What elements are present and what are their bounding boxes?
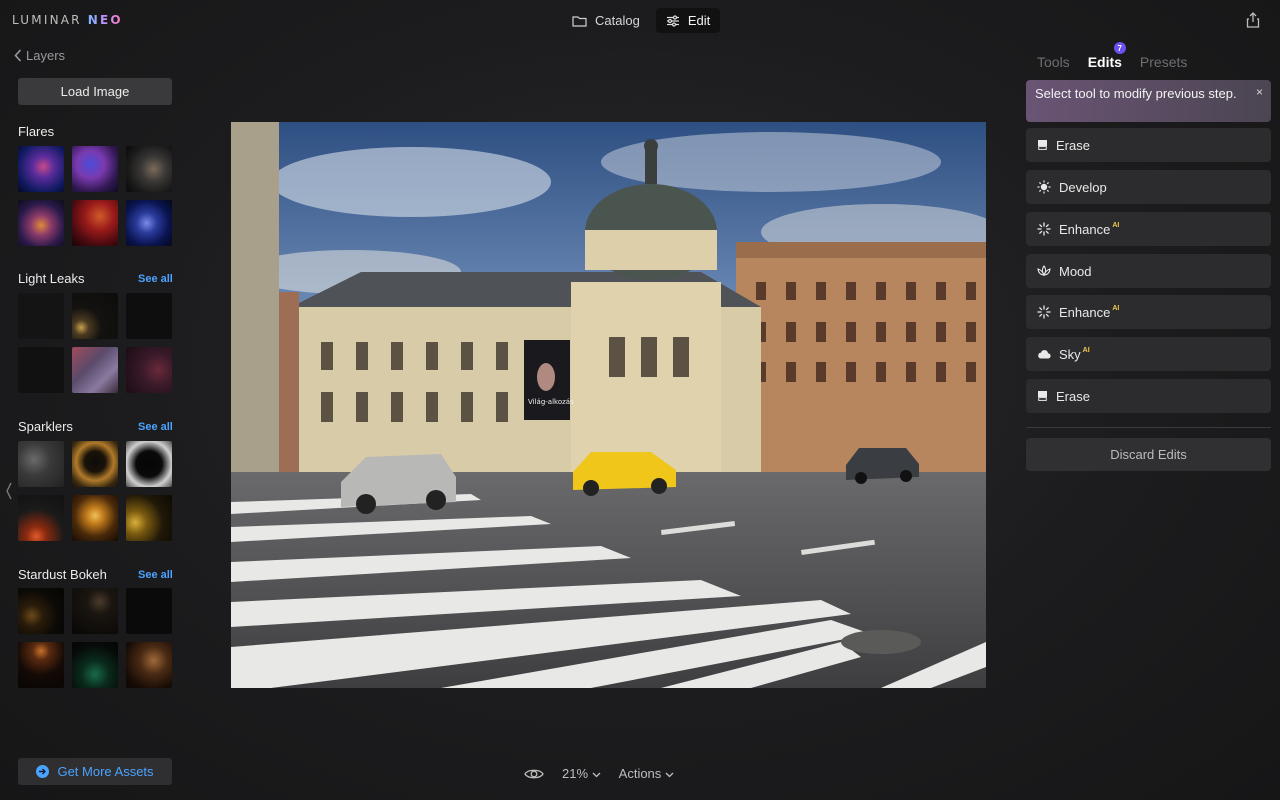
folder-icon — [572, 15, 587, 27]
panel-divider — [1026, 427, 1271, 428]
back-to-layers[interactable]: Layers — [14, 48, 65, 63]
cloud-icon — [1038, 350, 1051, 359]
tab-tools[interactable]: Tools — [1037, 54, 1070, 70]
edit-step-enhance-ai[interactable]: Enhance AI — [1026, 212, 1271, 246]
section-title-sparklers: Sparklers — [18, 419, 73, 434]
sliders-icon — [666, 14, 679, 27]
edit-step-develop[interactable]: Develop — [1026, 170, 1271, 204]
edits-tooltip: Select tool to modify previous step. × — [1026, 80, 1271, 122]
edits-count-badge: 7 — [1113, 42, 1126, 54]
tab-edit[interactable]: Edit — [655, 8, 721, 33]
get-more-assets-label: Get More Assets — [57, 764, 154, 779]
step-label: Enhance — [1059, 221, 1111, 237]
section-title-flares: Flares — [18, 124, 55, 139]
section-title-light-leaks: Light Leaks — [18, 271, 85, 286]
tab-edits[interactable]: Edits 7 — [1087, 42, 1126, 70]
edit-step-erase-2[interactable]: Erase — [1026, 379, 1271, 413]
lotus-icon — [1037, 265, 1051, 277]
step-label: Sky — [1059, 346, 1081, 362]
arrow-circle-icon — [36, 765, 50, 778]
eraser-icon — [1038, 391, 1047, 401]
sparkle-icon — [1037, 305, 1051, 319]
asset-thumb[interactable] — [18, 441, 64, 487]
get-more-assets-button[interactable]: Get More Assets — [18, 758, 172, 785]
actions-dropdown[interactable]: Actions — [619, 766, 674, 781]
step-label: Erase — [1056, 388, 1090, 404]
eraser-icon — [1038, 140, 1047, 150]
edit-step-sky-ai[interactable]: Sky AI — [1026, 337, 1271, 371]
edit-step-erase[interactable]: Erase — [1026, 128, 1271, 162]
asset-thumb[interactable] — [72, 588, 118, 634]
app-logo: LUMINAR NEO — [12, 13, 123, 27]
tab-edits-label: Edits — [1087, 54, 1122, 70]
asset-thumb[interactable] — [72, 347, 118, 393]
billboard-text: Világ-alkozás — [528, 398, 574, 406]
asset-thumb[interactable] — [72, 642, 118, 688]
chevron-down-icon — [665, 772, 674, 778]
asset-thumb[interactable] — [126, 642, 172, 688]
tab-presets[interactable]: Presets — [1140, 54, 1187, 70]
street-photo: Világ-alkozás — [231, 122, 986, 688]
share-icon[interactable] — [1246, 12, 1260, 28]
photo-canvas[interactable]: Világ-alkozás — [231, 122, 986, 688]
asset-thumb[interactable] — [18, 495, 64, 541]
zoom-level: 21% — [562, 766, 589, 781]
asset-thumb[interactable] — [126, 495, 172, 541]
asset-thumb[interactable] — [18, 293, 64, 339]
asset-thumb[interactable] — [18, 642, 64, 688]
ai-badge: AI — [1082, 346, 1090, 354]
tab-edit-label: Edit — [687, 13, 711, 28]
tab-catalog-label: Catalog — [595, 13, 640, 28]
asset-thumb[interactable] — [126, 347, 172, 393]
chevron-down-icon — [592, 772, 601, 778]
asset-thumb[interactable] — [126, 293, 172, 339]
eye-preview-icon[interactable] — [524, 767, 544, 781]
edit-step-mood[interactable]: Mood — [1026, 254, 1271, 288]
step-label: Enhance — [1059, 304, 1111, 320]
asset-thumb[interactable] — [18, 588, 64, 634]
zoom-dropdown[interactable]: 21% — [562, 766, 601, 781]
asset-thumb[interactable] — [72, 293, 118, 339]
top-tab-bar: Catalog Edit — [562, 8, 721, 33]
asset-thumb[interactable] — [126, 146, 172, 192]
edit-step-enhance-ai-2[interactable]: Enhance AI — [1026, 295, 1271, 329]
asset-thumb[interactable] — [72, 495, 118, 541]
sun-icon — [1037, 180, 1051, 194]
section-title-stardust-bokeh: Stardust Bokeh — [18, 567, 107, 582]
asset-thumb[interactable] — [72, 441, 118, 487]
load-image-button[interactable]: Load Image — [18, 78, 172, 105]
ai-badge: AI — [1112, 304, 1120, 312]
see-all-stardust-bokeh-link[interactable]: See all — [138, 569, 173, 581]
asset-thumb[interactable] — [18, 347, 64, 393]
see-all-light-leaks-link[interactable]: See all — [138, 273, 173, 285]
sparkle-icon — [1037, 222, 1051, 236]
asset-thumb[interactable] — [126, 441, 172, 487]
actions-label: Actions — [618, 766, 662, 781]
tab-catalog[interactable]: Catalog — [562, 8, 650, 33]
step-label: Erase — [1056, 137, 1090, 153]
ai-badge: AI — [1112, 221, 1120, 229]
asset-thumb[interactable] — [72, 200, 118, 246]
discard-edits-button[interactable]: Discard Edits — [1026, 438, 1271, 471]
step-label: Develop — [1059, 179, 1107, 195]
bottom-toolbar: 21% Actions — [524, 766, 674, 781]
close-icon[interactable]: × — [1256, 85, 1263, 100]
see-all-sparklers-link[interactable]: See all — [138, 421, 173, 433]
asset-thumb[interactable] — [18, 146, 64, 192]
asset-thumb[interactable] — [72, 146, 118, 192]
tooltip-text: Select tool to modify previous step. — [1035, 86, 1237, 101]
asset-thumb[interactable] — [126, 200, 172, 246]
collapse-panel-chevron-icon[interactable] — [5, 482, 13, 500]
asset-thumb[interactable] — [18, 200, 64, 246]
step-label: Mood — [1059, 263, 1092, 279]
right-panel-tabs: Tools Edits 7 Presets — [1037, 42, 1187, 70]
back-layers-label: Layers — [26, 48, 66, 63]
asset-thumb[interactable] — [126, 588, 172, 634]
chevron-left-icon — [14, 49, 22, 62]
